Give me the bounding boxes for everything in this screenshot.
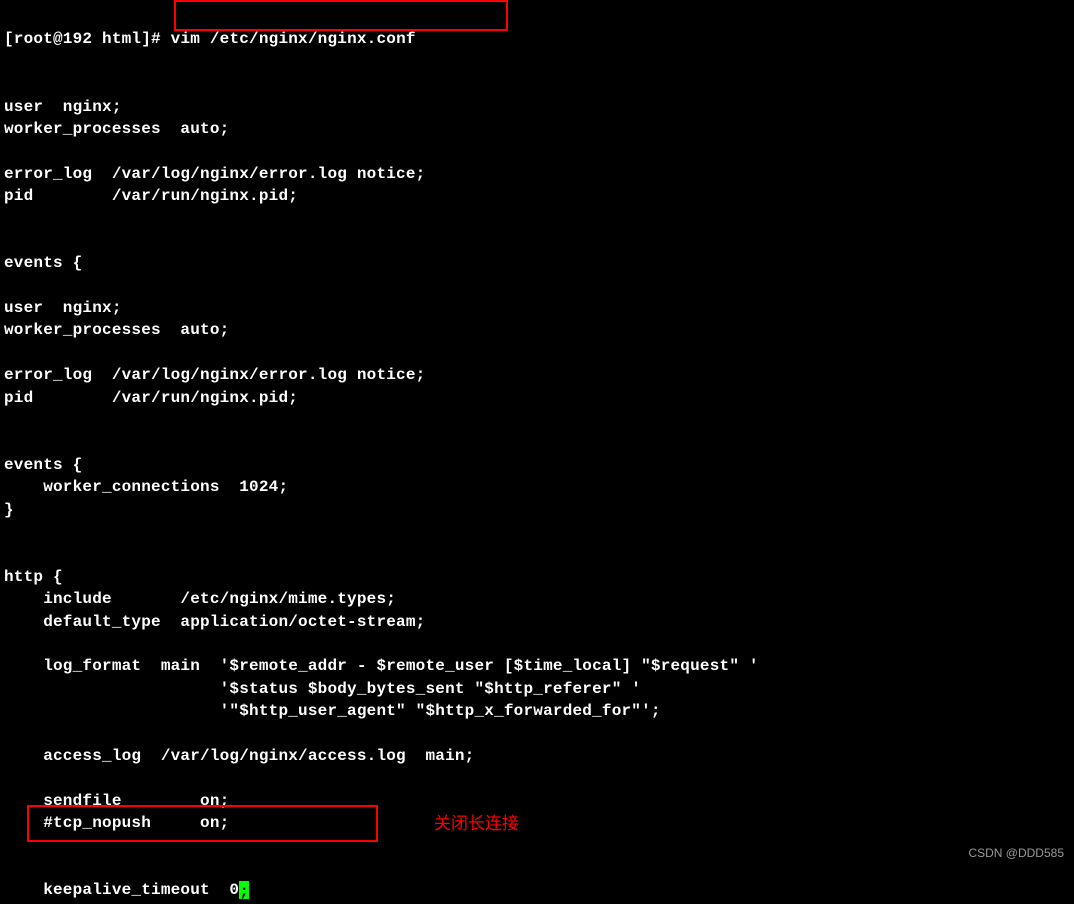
shell-command: vim /etc/nginx/nginx.conf [171,30,416,48]
watermark: CSDN @DDD585 [968,845,1064,862]
annotation-text: 关闭长连接 [434,812,519,836]
file-content: user nginx; worker_processes auto; error… [4,98,759,833]
terminal-output[interactable]: [root@192 html]# vim /etc/nginx/nginx.co… [4,6,1070,902]
vim-cursor: ; [239,881,249,899]
shell-prompt: [root@192 html]# [4,30,171,48]
keepalive-line: keepalive_timeout 0; [4,881,249,899]
